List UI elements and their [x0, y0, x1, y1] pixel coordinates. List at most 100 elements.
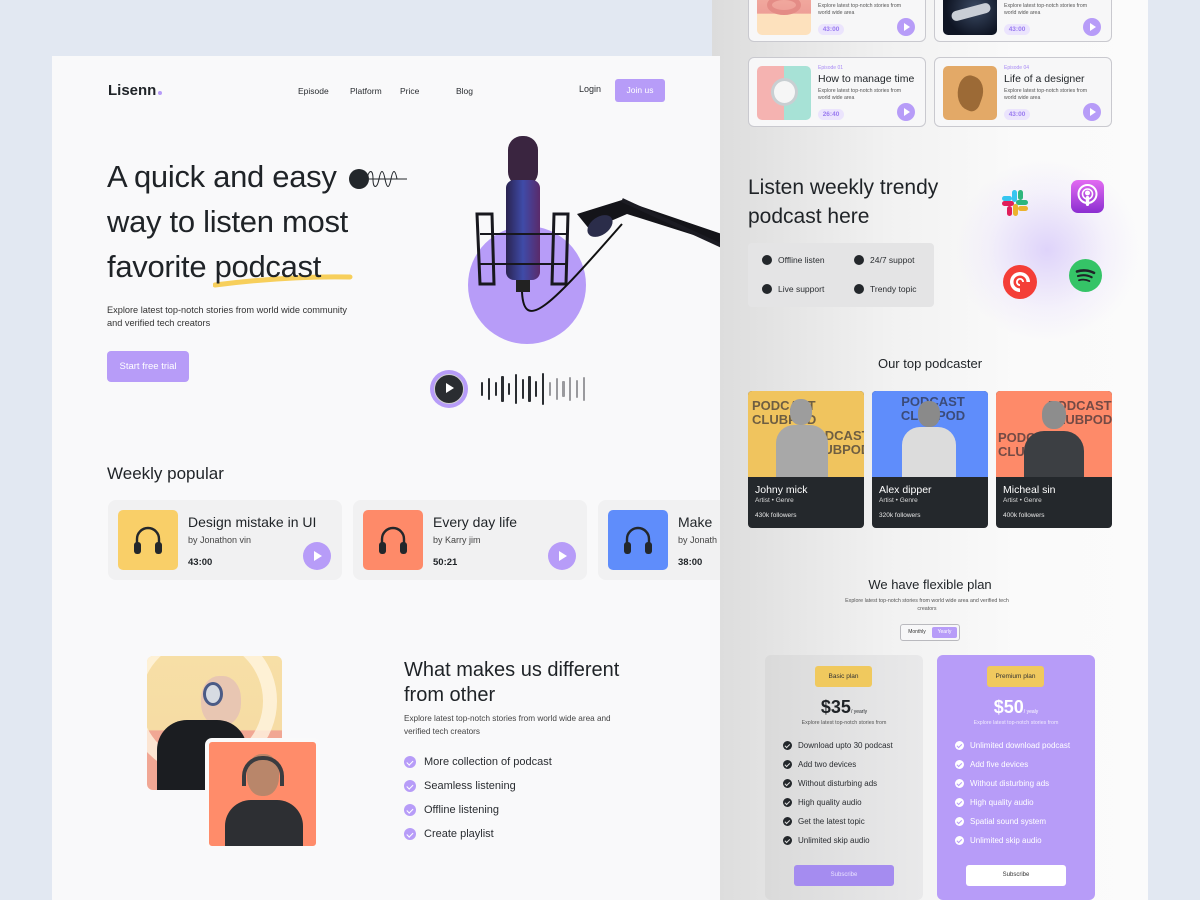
play-button[interactable] [897, 103, 915, 121]
plan-badge: Premium plan [987, 666, 1044, 687]
apple-podcasts-icon[interactable] [1071, 180, 1104, 213]
login-link[interactable]: Login [579, 84, 601, 94]
play-button[interactable] [1083, 103, 1101, 121]
podcaster-name: Alex dipper [879, 484, 932, 496]
waveform-bar [521, 379, 524, 399]
headphones-icon [379, 526, 407, 554]
spotify-icon[interactable] [1069, 259, 1102, 292]
plan-feature-label: Without disturbing ads [970, 779, 1050, 788]
episode-card[interactable]: Explore latest top-notch stories from wo… [934, 0, 1112, 42]
weekly-card[interactable]: Every day life by Karry jim 50:21 [353, 500, 587, 580]
weekly-card[interactable]: Make by Jonath 38:00 [598, 500, 720, 580]
waveform-bar [555, 378, 558, 400]
plan-desc: Explore latest top-notch stories from [801, 720, 887, 726]
trendy-feature: Trendy topic [854, 284, 916, 294]
play-icon [434, 374, 464, 404]
weekly-card[interactable]: Design mistake in UI by Jonathon vin 43:00 [108, 500, 342, 580]
plan-feature: Spatial sound system [955, 817, 1046, 826]
logo[interactable]: Lisenn [108, 82, 163, 99]
plan-feature: Without disturbing ads [955, 779, 1049, 788]
hero-title-line: A quick and easy [107, 159, 337, 194]
waveform-bar [508, 383, 511, 395]
podcaster-card[interactable]: PODCAST CLUBPOD Alex dipper Artist • Gen… [872, 391, 988, 528]
nav-episode[interactable]: Episode [298, 86, 329, 96]
check-icon [404, 804, 416, 816]
check-icon [783, 798, 792, 807]
play-button[interactable] [1083, 18, 1101, 36]
play-button[interactable] [303, 542, 331, 570]
episode-label: Episode 01 [818, 65, 844, 71]
different-feature: Offline listening [404, 804, 499, 816]
plan-feature: Unlimited skip audio [955, 836, 1042, 845]
audio-squiggle-icon [348, 168, 407, 189]
waveform-bar [569, 377, 572, 401]
episode-card[interactable]: Episode 01 How to manage time Explore la… [748, 57, 926, 127]
toggle-monthly[interactable]: Monthly [904, 627, 930, 638]
plan-feature-label: Unlimited skip audio [798, 836, 870, 845]
plan-feature: Unlimited download podcast [955, 741, 1070, 750]
different-feature: Create playlist [404, 828, 494, 840]
check-icon [955, 741, 964, 750]
play-button[interactable] [897, 18, 915, 36]
alarm-clock-icon [771, 78, 798, 106]
plan-feature-label: Add two devices [798, 760, 857, 769]
headphones-icon [624, 526, 652, 554]
podcaster-card[interactable]: PODCAST CLUBPOD PODCAST CLUBPOD Micheal … [996, 391, 1112, 528]
subscribe-button[interactable]: Subscribe [794, 865, 894, 886]
hero-title-highlight: podcast [214, 249, 322, 284]
play-button[interactable] [548, 542, 576, 570]
billing-toggle[interactable]: Monthly Yearly [900, 624, 960, 641]
hero-title-line: favorite [107, 249, 215, 284]
plan-price-value: $50 [993, 697, 1024, 717]
pocket-casts-icon[interactable] [1003, 265, 1037, 299]
logo-text: Lisenn [108, 82, 157, 99]
weekly-author: by Karry jim [433, 535, 481, 545]
start-trial-button[interactable]: Start free trial [107, 351, 189, 382]
waveform-bar [535, 381, 538, 397]
logo-dot [158, 91, 163, 95]
trendy-feature-label: Trendy topic [870, 284, 917, 294]
podcaster-card[interactable]: PODCAST CLUBPOD PODCAST CLUBPOD Johny mi… [748, 391, 864, 528]
weekly-title: Weekly popular [107, 464, 224, 483]
toggle-yearly[interactable]: Yearly [932, 627, 957, 638]
plan-price-value: $35 [820, 697, 851, 717]
check-icon [955, 779, 964, 788]
nav-platform[interactable]: Platform [350, 86, 382, 96]
pricing-title: We have flexible plan [868, 577, 992, 592]
waveform-bar [548, 382, 551, 396]
podcaster-followers: 320k followers [879, 512, 921, 519]
podcaster-name: Micheal sin [1003, 484, 1056, 496]
plan-feature-label: Unlimited download podcast [970, 741, 1071, 750]
play-button[interactable] [430, 370, 468, 408]
weekly-duration: 50:21 [433, 557, 458, 568]
plan-feature-label: Add five devices [970, 760, 1029, 769]
trendy-features: Offline listen 24/7 suppot Live support … [748, 243, 934, 307]
trendy-feature-label: 24/7 suppot [870, 255, 915, 265]
subscribe-button[interactable]: Subscribe [966, 865, 1066, 886]
nav-blog[interactable]: Blog [456, 86, 473, 96]
episode-card[interactable]: Explore latest top-notch stories from wo… [748, 0, 926, 42]
episode-card[interactable]: Episode 04 Life of a designer Explore la… [934, 57, 1112, 127]
episode-desc: Explore latest top-notch stories from wo… [818, 3, 902, 16]
join-button[interactable]: Join us [615, 79, 665, 102]
check-icon [955, 836, 964, 845]
bullet-icon [762, 255, 772, 265]
episode-thumbnail [757, 66, 811, 120]
audio-waveform[interactable] [481, 372, 585, 406]
slack-icon[interactable] [1000, 188, 1030, 218]
weekly-author: by Jonath [678, 535, 718, 545]
waveform-bar [501, 376, 504, 402]
episode-desc: Explore latest top-notch stories from wo… [1004, 3, 1088, 16]
nav-price[interactable]: Price [400, 86, 419, 96]
plan-card-premium: Premium plan $50/ yealy Explore latest t… [937, 655, 1095, 900]
trendy-feature: Live support [762, 284, 824, 294]
different-title: What makes us different from other [404, 659, 620, 706]
bullet-icon [854, 284, 864, 294]
trendy-feature: 24/7 suppot [854, 255, 914, 265]
plan-feature-label: High quality audio [798, 798, 862, 807]
weekly-thumbnail [363, 510, 423, 570]
episode-duration: 43:00 [1004, 109, 1030, 120]
check-icon [404, 828, 416, 840]
plan-period: / yealy [1023, 709, 1039, 715]
plan-feature: Without disturbing ads [783, 779, 877, 788]
